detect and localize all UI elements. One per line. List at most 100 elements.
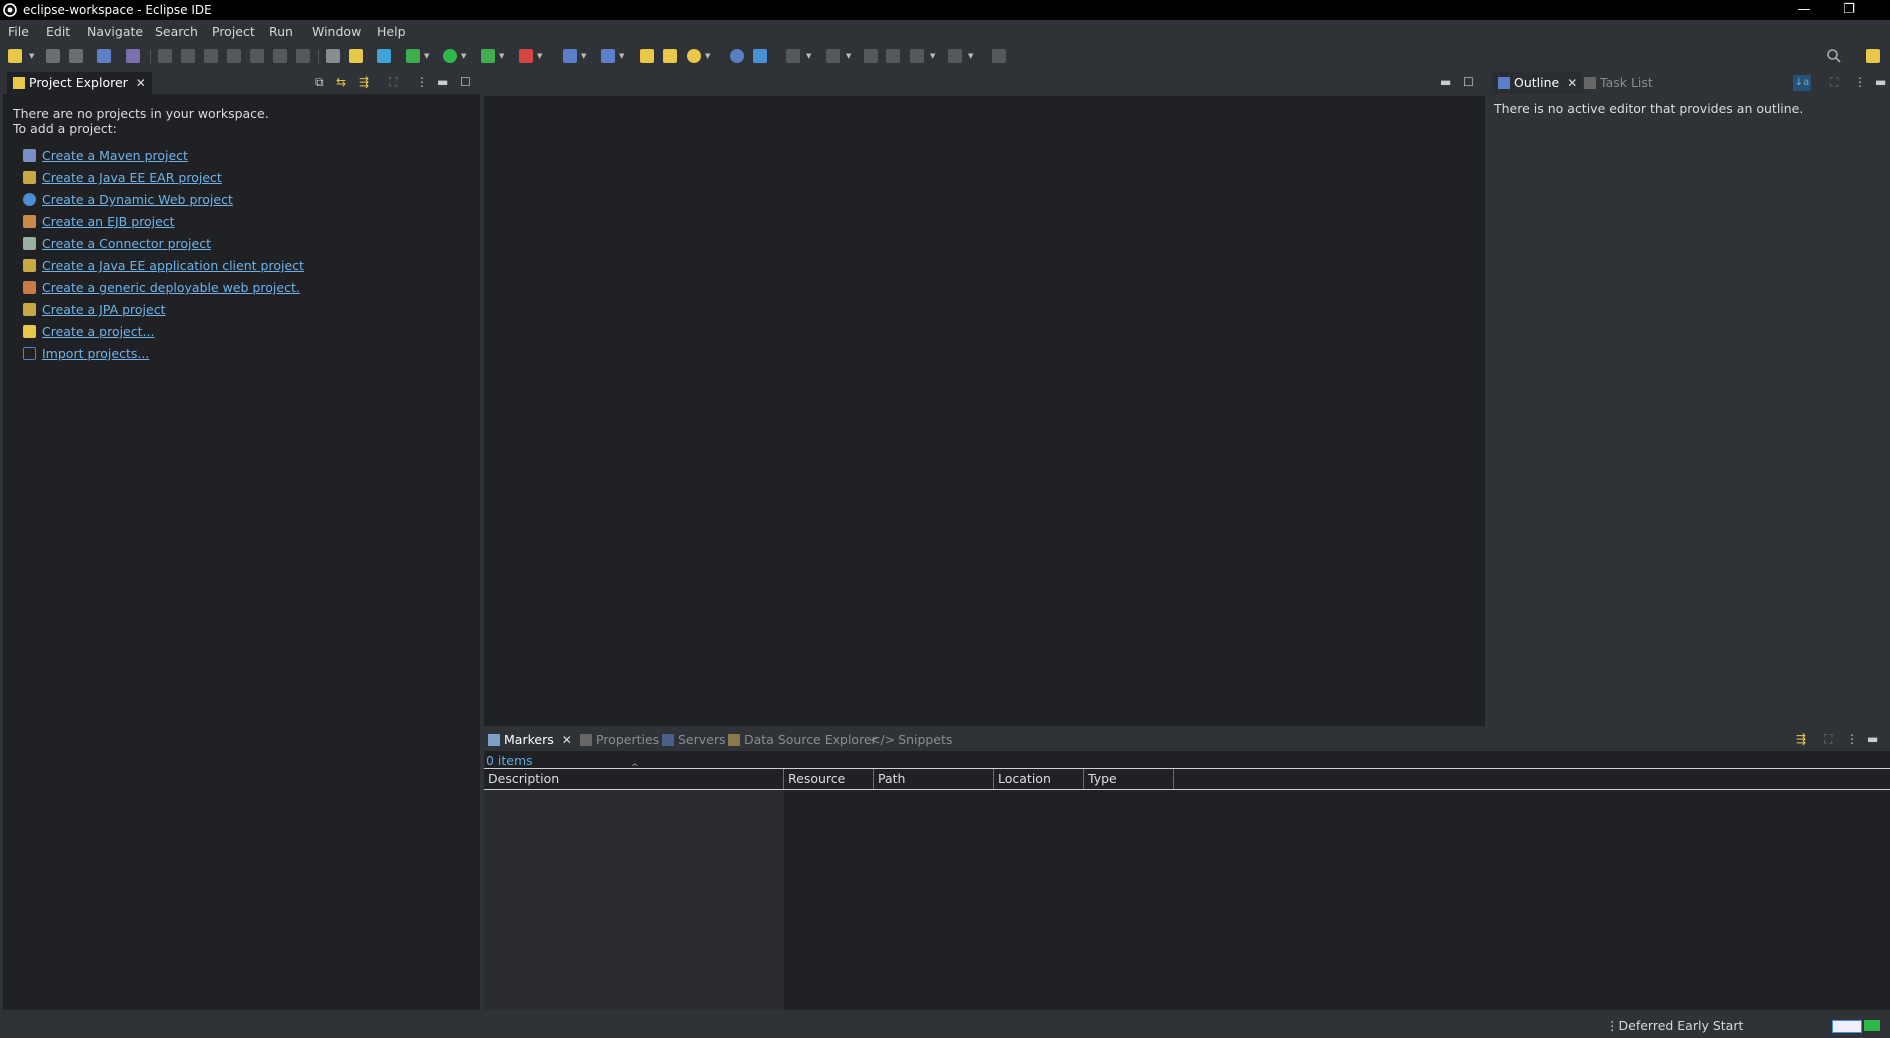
- progress-icon[interactable]: [1864, 1020, 1880, 1031]
- view-menu-icon[interactable]: ⋮: [1854, 75, 1866, 89]
- sort-icon[interactable]: ↓a: [1793, 75, 1811, 91]
- search-dropdown-icon[interactable]: ▼: [705, 52, 710, 60]
- tab-servers[interactable]: Servers: [662, 729, 726, 751]
- filter-icon[interactable]: ⇶: [359, 75, 369, 89]
- menu-search[interactable]: Search: [155, 24, 198, 39]
- resume-icon[interactable]: [158, 49, 172, 63]
- next-annotation-dropdown-icon[interactable]: ▼: [846, 52, 851, 60]
- maximize-toolbar-icon[interactable]: [992, 49, 1006, 63]
- search-icon[interactable]: [1826, 48, 1842, 64]
- new-server-dropdown-icon[interactable]: ▼: [619, 52, 624, 60]
- next-annotation-icon[interactable]: [826, 49, 840, 63]
- focus-icon[interactable]: ⛶: [1830, 75, 1838, 90]
- editor-minimize-icon[interactable]: ▬: [1440, 75, 1451, 89]
- menu-edit[interactable]: Edit: [46, 24, 70, 39]
- close-icon[interactable]: ✕: [1567, 72, 1577, 94]
- forward-dropdown-icon[interactable]: ▼: [968, 52, 973, 60]
- forward-arrow-icon[interactable]: [948, 49, 962, 63]
- save-icon[interactable]: [46, 49, 60, 63]
- column-location[interactable]: Location: [994, 769, 1084, 789]
- save-all-icon[interactable]: [69, 49, 83, 63]
- open-resource-icon[interactable]: [663, 49, 677, 63]
- create-ejb-project-link[interactable]: Create an EJB project: [42, 214, 175, 229]
- maximize-view-icon[interactable]: ☐: [460, 75, 471, 89]
- pin-icon[interactable]: [886, 49, 900, 63]
- focus-icon[interactable]: ⛶: [389, 75, 397, 90]
- debug-dropdown-icon[interactable]: ▼: [424, 52, 429, 60]
- close-icon[interactable]: ✕: [562, 729, 572, 751]
- console-icon[interactable]: [326, 49, 340, 63]
- tab-task-list[interactable]: Task List: [1584, 72, 1653, 94]
- debug-icon[interactable]: [406, 49, 420, 63]
- tab-project-explorer[interactable]: Project Explorer ✕: [7, 72, 152, 94]
- menu-navigate[interactable]: Navigate: [87, 24, 143, 39]
- coverage-icon[interactable]: [481, 49, 495, 63]
- column-resource[interactable]: Resource: [784, 769, 874, 789]
- terminate-icon[interactable]: [204, 49, 218, 63]
- terminal-icon[interactable]: [97, 49, 111, 63]
- collapse-all-icon[interactable]: ⧉: [315, 75, 324, 90]
- new-dropdown-icon[interactable]: ▼: [29, 52, 34, 60]
- run-icon[interactable]: [443, 49, 457, 63]
- menu-file[interactable]: File: [8, 24, 29, 39]
- open-task-icon[interactable]: [640, 49, 654, 63]
- external-tools-icon[interactable]: [519, 49, 533, 63]
- tab-markers[interactable]: Markers ✕: [488, 729, 572, 751]
- new-server-icon[interactable]: [601, 49, 615, 63]
- minimize-button[interactable]: —: [1784, 0, 1824, 20]
- close-icon[interactable]: ✕: [136, 72, 146, 94]
- step-over-icon[interactable]: [273, 49, 287, 63]
- menu-window[interactable]: Window: [312, 24, 361, 39]
- create-dynamic-web-project-link[interactable]: Create a Dynamic Web project: [42, 192, 233, 207]
- create-jpa-project-link[interactable]: Create a JPA project: [42, 302, 165, 317]
- build-icon[interactable]: [349, 49, 363, 63]
- import-projects-link[interactable]: Import projects...: [42, 346, 149, 361]
- last-edit-icon[interactable]: [864, 49, 878, 63]
- view-menu-icon[interactable]: ⋮: [1846, 732, 1858, 746]
- minimize-view-icon[interactable]: ▬: [1875, 75, 1886, 89]
- tab-properties[interactable]: Properties: [580, 729, 659, 751]
- column-type[interactable]: Type: [1084, 769, 1174, 789]
- open-perspective-icon[interactable]: [1866, 49, 1880, 63]
- minimize-view-icon[interactable]: ▬: [1867, 732, 1878, 746]
- back-arrow-icon[interactable]: [910, 49, 924, 63]
- coverage-dropdown-icon[interactable]: ▼: [499, 52, 504, 60]
- menu-help[interactable]: Help: [377, 24, 406, 39]
- tab-outline[interactable]: Outline ✕: [1492, 72, 1584, 94]
- heap-status-icon[interactable]: [1832, 1020, 1862, 1033]
- focus-icon[interactable]: ⛶: [1824, 732, 1832, 747]
- create-app-client-project-link[interactable]: Create a Java EE application client proj…: [42, 258, 304, 273]
- globe-icon[interactable]: [730, 49, 744, 63]
- new-web-dropdown-icon[interactable]: ▼: [581, 52, 586, 60]
- run-dropdown-icon[interactable]: ▼: [461, 52, 466, 60]
- annotation-dropdown-icon[interactable]: ▼: [806, 52, 811, 60]
- filter-icon[interactable]: ⇶: [1796, 732, 1806, 746]
- create-deployable-web-project-link[interactable]: Create a generic deployable web project.: [42, 280, 300, 295]
- suspend-icon[interactable]: [181, 49, 195, 63]
- tab-snippets[interactable]: </> Snippets: [870, 729, 952, 751]
- annotation-icon[interactable]: [786, 49, 800, 63]
- create-ear-project-link[interactable]: Create a Java EE EAR project: [42, 170, 222, 185]
- tab-data-source-explorer[interactable]: Data Source Explorer: [728, 729, 877, 751]
- create-connector-project-link[interactable]: Create a Connector project: [42, 236, 211, 251]
- menu-project[interactable]: Project: [212, 24, 255, 39]
- minimize-view-icon[interactable]: ▬: [437, 75, 448, 89]
- new-web-icon[interactable]: [563, 49, 577, 63]
- editor-maximize-icon[interactable]: ☐: [1463, 75, 1474, 89]
- step-into-icon[interactable]: [250, 49, 264, 63]
- create-project-link[interactable]: Create a project...: [42, 324, 154, 339]
- disconnect-icon[interactable]: [227, 49, 241, 63]
- new-icon[interactable]: [8, 49, 22, 63]
- link-editor-icon[interactable]: ⇆: [336, 75, 346, 89]
- create-maven-project-link[interactable]: Create a Maven project: [42, 148, 188, 163]
- step-return-icon[interactable]: [296, 49, 310, 63]
- back-dropdown-icon[interactable]: ▼: [930, 52, 935, 60]
- hierarchy-icon[interactable]: [753, 49, 767, 63]
- view-menu-icon[interactable]: ⋮: [416, 75, 428, 89]
- menu-run[interactable]: Run: [269, 24, 293, 39]
- open-type-icon[interactable]: [377, 49, 391, 63]
- external-tools-dropdown-icon[interactable]: ▼: [537, 52, 542, 60]
- column-path[interactable]: Path: [874, 769, 994, 789]
- restore-button[interactable]: ❐: [1829, 0, 1869, 20]
- skip-breakpoints-icon[interactable]: [126, 49, 140, 63]
